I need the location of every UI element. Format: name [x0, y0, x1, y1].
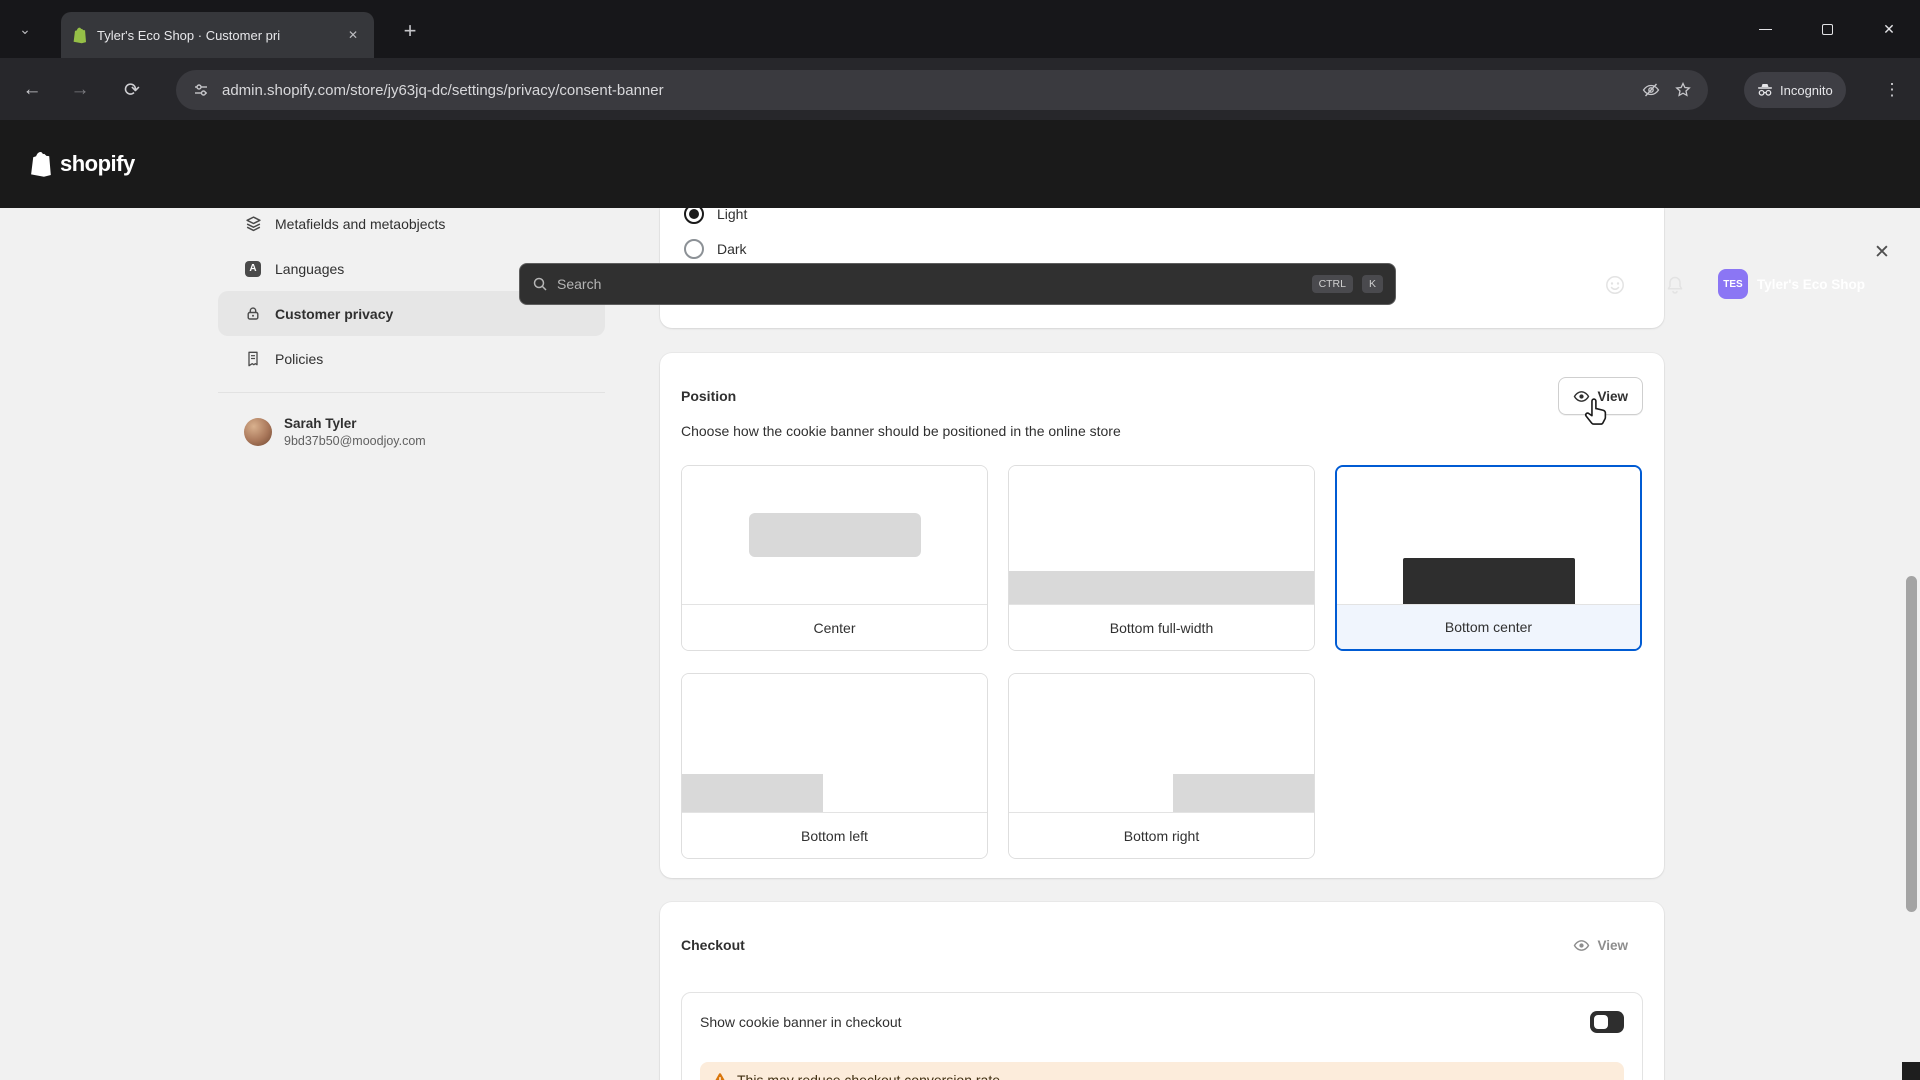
shopify-logo[interactable]: shopify: [30, 120, 135, 208]
browser-tabstrip: ⌄ Tyler's Eco Shop · Customer pri ✕ + ✕: [0, 0, 1920, 58]
position-option-label: Bottom full-width: [1009, 605, 1314, 650]
address-bar[interactable]: admin.shopify.com/store/jy63jq-dc/settin…: [176, 70, 1708, 110]
checkout-title: Checkout: [681, 937, 745, 953]
checkout-warning-banner: This may reduce checkout conversion rate: [700, 1062, 1624, 1080]
checkout-toggle-row: Show cookie banner in checkout: [682, 993, 1642, 1051]
user-email: 9bd37b50@moodjoy.com: [284, 434, 426, 448]
notifications-bell-icon[interactable]: [1660, 270, 1690, 300]
k-keycap: K: [1362, 275, 1383, 293]
view-button-label: View: [1597, 938, 1628, 953]
position-option-label: Bottom center: [1337, 605, 1640, 649]
vertical-scrollbar-thumb[interactable]: [1906, 576, 1917, 912]
position-option-bottom-full-width[interactable]: Bottom full-width: [1008, 465, 1315, 651]
store-menu[interactable]: TES Tyler's Eco Shop: [1718, 267, 1865, 301]
position-option-bottom-center[interactable]: Bottom center: [1335, 465, 1642, 651]
browser-menu-icon[interactable]: ⋮: [1876, 74, 1908, 106]
position-option-bottom-left[interactable]: Bottom left: [681, 673, 988, 859]
position-description: Choose how the cookie banner should be p…: [681, 423, 1121, 439]
incognito-icon: [1757, 83, 1773, 97]
incognito-label: Incognito: [1780, 83, 1833, 98]
warning-text: This may reduce checkout conversion rate: [737, 1071, 1000, 1080]
user-name: Sarah Tyler: [284, 416, 426, 431]
window-minimize-button[interactable]: [1734, 0, 1796, 58]
store-avatar: TES: [1718, 269, 1748, 299]
ctrl-keycap: CTRL: [1312, 275, 1353, 293]
position-option-bottom-right[interactable]: Bottom right: [1008, 673, 1315, 859]
search-placeholder: Search: [557, 276, 1303, 292]
sidebar-item-policies[interactable]: Policies: [218, 336, 605, 381]
user-avatar: [244, 418, 272, 446]
sidebar-item-label: Customer privacy: [275, 306, 393, 322]
shopify-bag-icon: [30, 151, 54, 178]
scrollbar-corner: [1902, 1062, 1920, 1080]
position-option-label: Bottom right: [1009, 813, 1314, 858]
bookmark-star-icon[interactable]: [1672, 79, 1694, 101]
view-button-label: View: [1597, 389, 1628, 404]
position-option-label: Center: [682, 605, 987, 650]
incognito-badge: Incognito: [1744, 72, 1846, 108]
eye-icon: [1573, 937, 1590, 954]
languages-icon: A: [244, 260, 262, 278]
shopify-topbar: shopify Search CTRL K TES Tyler's Eco Sh…: [0, 120, 1920, 208]
sidebar-item-label: Metafields and metaobjects: [275, 216, 445, 232]
browser-tab[interactable]: Tyler's Eco Shop · Customer pri ✕: [61, 12, 374, 58]
sidebar-user[interactable]: Sarah Tyler 9bd37b50@moodjoy.com: [218, 404, 605, 460]
position-options-grid: Center Bottom full-width Bottom center B…: [681, 465, 1643, 859]
back-button[interactable]: ←: [16, 74, 48, 106]
position-title: Position: [681, 388, 736, 404]
checkout-banner-toggle[interactable]: [1590, 1011, 1624, 1033]
shopify-wordmark: shopify: [60, 151, 135, 177]
site-settings-icon[interactable]: [190, 79, 212, 101]
radio-dark[interactable]: [684, 239, 704, 259]
store-name: Tyler's Eco Shop: [1757, 277, 1865, 292]
reload-button[interactable]: ⟳: [116, 74, 148, 106]
position-option-center[interactable]: Center: [681, 465, 988, 651]
position-preview-bottom-left: [682, 674, 987, 813]
sidebar-divider: [218, 392, 605, 393]
window-maximize-button[interactable]: [1796, 0, 1858, 58]
eye-off-icon[interactable]: [1640, 79, 1662, 101]
position-preview-bottom-full-width: [1009, 466, 1314, 605]
window-close-button[interactable]: ✕: [1858, 0, 1920, 58]
shopify-favicon: [73, 27, 88, 44]
radio-light[interactable]: [684, 208, 704, 224]
metafields-icon: [244, 215, 262, 233]
lock-icon: [244, 305, 262, 323]
sidebar-item-label: Policies: [275, 351, 323, 367]
position-preview-bottom-right: [1009, 674, 1314, 813]
checkout-card: Checkout View Show cookie banner in chec…: [660, 902, 1664, 1080]
new-tab-button[interactable]: +: [396, 17, 424, 45]
url-text: admin.shopify.com/store/jy63jq-dc/settin…: [222, 82, 1630, 99]
radio-label: Light: [717, 208, 747, 222]
position-preview-bottom-center: [1337, 467, 1640, 605]
sidekick-icon[interactable]: [1600, 270, 1630, 300]
radio-label: Dark: [717, 241, 747, 257]
settings-close-icon[interactable]: ✕: [1868, 238, 1896, 266]
forward-button[interactable]: →: [64, 74, 96, 106]
sidebar-item-label: Languages: [275, 261, 344, 277]
tab-close-icon[interactable]: ✕: [344, 26, 362, 44]
position-option-label: Bottom left: [682, 813, 987, 858]
tab-title: Tyler's Eco Shop · Customer pri: [97, 28, 335, 43]
search-icon: [532, 276, 548, 292]
checkout-view-button[interactable]: View: [1558, 926, 1643, 964]
tab-search-button[interactable]: ⌄: [12, 16, 38, 42]
position-preview-center: [682, 466, 987, 605]
position-card: Position View Choose how the cookie bann…: [660, 353, 1664, 878]
position-view-button[interactable]: View: [1558, 377, 1643, 415]
checkout-toggle-label: Show cookie banner in checkout: [700, 1014, 1590, 1030]
checkout-settings-box: Show cookie banner in checkout This may …: [681, 992, 1643, 1080]
search-bar[interactable]: Search CTRL K: [519, 263, 1396, 305]
policies-icon: [244, 350, 262, 368]
eye-icon: [1573, 388, 1590, 405]
warning-triangle-icon: [712, 1071, 728, 1080]
